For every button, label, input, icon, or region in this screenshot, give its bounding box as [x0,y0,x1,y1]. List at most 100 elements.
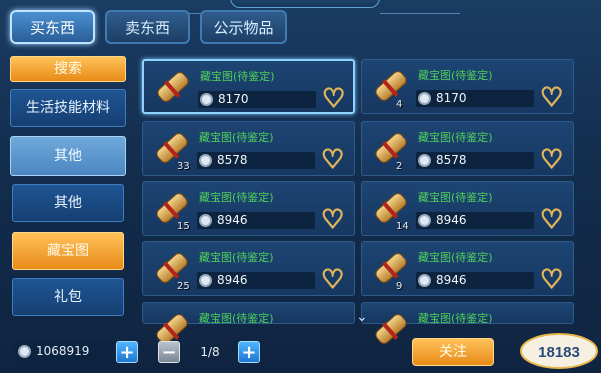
category-label: 其他 [54,195,82,211]
tab-sell[interactable]: 卖东西 [105,10,190,44]
item-price: 8170 [436,91,467,105]
chevron-down-icon[interactable]: ⌄ [356,309,368,325]
item-name: 藏宝图(待鉴定) [418,251,493,264]
item-card[interactable]: 25 藏宝图(待鉴定) 8946 ♡ [142,241,355,296]
heart-outline-icon[interactable]: ♡ [320,146,345,174]
item-price-field: 8578 [197,152,315,169]
category-label: 生活技能材料 [26,100,110,116]
item-quantity: 33 [177,161,190,172]
item-price-field: 8946 [197,212,315,229]
item-price: 8946 [436,273,467,287]
item-name: 藏宝图(待鉴定) [199,191,274,204]
item-price-field: 8946 [416,272,534,289]
silver-coin-icon [418,154,431,167]
subcategory-gift-pack[interactable]: 礼包 [12,278,124,316]
site-watermark-logo: 18183 [520,325,598,371]
category-label: 藏宝图 [47,243,89,259]
item-name: 藏宝图(待鉴定) [418,131,493,144]
silver-coin-icon [199,274,212,287]
item-price: 8946 [217,273,248,287]
follow-button[interactable]: 关注 [412,338,494,366]
item-card[interactable]: 4 藏宝图(待鉴定) 8170 ♡ [361,59,574,114]
item-card[interactable]: 15 藏宝图(待鉴定) 8946 ♡ [142,181,355,236]
item-name: 藏宝图(待鉴定) [199,251,274,264]
heart-outline-icon[interactable]: ♡ [539,84,564,112]
add-gold-button[interactable]: + [116,341,138,363]
silver-coin-icon [418,214,431,227]
item-price-field: 8946 [197,272,315,289]
item-card[interactable]: 藏宝图(待鉴定) [361,302,574,347]
item-card[interactable]: 2 藏宝图(待鉴定) 8578 ♡ [361,121,574,176]
treasure-map-scroll-icon [368,309,412,353]
watermark-svg: 18183 [520,333,598,369]
silver-coin-icon [199,154,212,167]
heart-outline-icon[interactable]: ♡ [539,146,564,174]
minus-icon: − [161,342,177,363]
watermark-text: 18183 [538,344,580,361]
plus-icon: + [119,342,135,363]
item-price: 8578 [436,153,467,167]
item-card[interactable]: 33 藏宝图(待鉴定) 8578 ♡ [142,121,355,176]
treasure-map-scroll-icon [368,248,412,292]
silver-coin-icon [200,93,213,106]
tab-public-items-label: 公示物品 [213,19,274,37]
item-card[interactable]: 14 藏宝图(待鉴定) 8946 ♡ [361,181,574,236]
category-label: 礼包 [54,289,82,305]
subcategory-other[interactable]: 其他 [12,184,124,222]
page-indicator: 1/8 [200,345,220,359]
item-name: 藏宝图(待鉴定) [418,69,493,82]
item-price: 8946 [436,213,467,227]
heart-outline-icon[interactable]: ♡ [539,206,564,234]
subcategory-treasure-map[interactable]: 藏宝图 [12,232,124,270]
item-price: 8946 [217,213,248,227]
tab-buy-label: 买东西 [29,19,75,37]
item-price-field: 8170 [198,91,316,108]
tab-public-items[interactable]: 公示物品 [200,10,287,44]
silver-coin-icon [418,92,431,105]
heart-outline-icon[interactable]: ♡ [321,85,346,113]
item-card[interactable]: 藏宝图(待鉴定) [142,302,355,347]
heart-outline-icon[interactable]: ♡ [320,266,345,294]
gold-balance: 1068919 [14,342,114,362]
silver-coin-icon [18,345,31,358]
treasure-map-scroll-icon [150,67,194,111]
item-price: 8578 [217,153,248,167]
item-quantity: 4 [396,99,403,110]
item-price-field: 8170 [416,90,534,107]
treasure-map-scroll-icon [368,128,412,172]
silver-coin-icon [199,214,212,227]
gold-balance-value: 1068919 [36,344,90,358]
search-button[interactable]: 搜索 [10,56,126,82]
prev-page-button[interactable]: − [158,341,180,363]
panel-title-tab [230,0,380,8]
header-ornament-right [380,0,460,14]
heart-outline-icon[interactable]: ♡ [320,206,345,234]
item-quantity: 2 [396,161,403,172]
item-name: 藏宝图(待鉴定) [199,131,274,144]
item-quantity: 9 [396,281,403,292]
item-quantity: 14 [396,221,409,232]
item-card[interactable]: 9 藏宝图(待鉴定) 8946 ♡ [361,241,574,296]
next-page-button[interactable]: + [238,341,260,363]
category-life-skill-materials[interactable]: 生活技能材料 [10,89,126,127]
item-card[interactable]: 藏宝图(待鉴定) 8170 ♡ [142,59,355,114]
item-quantity: 25 [177,281,190,292]
silver-coin-icon [418,274,431,287]
item-price: 8170 [218,92,249,106]
item-name: 藏宝图(待鉴定) [418,191,493,204]
item-name: 藏宝图(待鉴定) [200,70,275,83]
item-name: 藏宝图(待鉴定) [199,312,274,325]
search-button-label: 搜索 [54,61,82,77]
item-price-field: 8946 [416,212,534,229]
plus-icon: + [241,342,257,363]
item-price-field: 8578 [416,152,534,169]
auction-panel: 买东西 卖东西 公示物品 搜索 生活技能材料 其他 其他 藏宝图 礼包 藏宝图(… [0,0,601,373]
heart-outline-icon[interactable]: ♡ [539,266,564,294]
item-quantity: 15 [177,221,190,232]
tab-buy[interactable]: 买东西 [10,10,95,44]
tab-sell-label: 卖东西 [124,19,170,37]
follow-button-label: 关注 [439,344,467,360]
item-name: 藏宝图(待鉴定) [418,312,493,325]
category-other-group[interactable]: 其他 [10,136,126,176]
treasure-map-scroll-icon [368,66,412,110]
